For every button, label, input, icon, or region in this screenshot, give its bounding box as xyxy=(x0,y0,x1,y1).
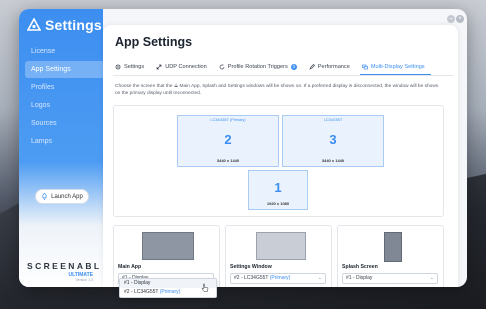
main-panel: App Settings Settings UDP Connection Pro… xyxy=(103,25,458,287)
settings-window-card: Settings Window #2 - LC34G55T (Primary) … xyxy=(225,225,332,287)
monitor-1-resolution: 1920 x 1080 xyxy=(266,201,290,206)
tab-multi-display-settings[interactable]: Multi-Display Settings xyxy=(359,61,431,75)
minimize-icon: – xyxy=(449,16,453,22)
tab-multi-display-settings-label: Multi-Display Settings xyxy=(370,64,425,70)
hand-cursor-icon xyxy=(201,283,209,292)
tab-udp-connection[interactable]: UDP Connection xyxy=(154,61,213,75)
monitor-2[interactable]: LC34G55T (Primary) 2 3440 x 1440 xyxy=(177,115,279,167)
monitor-3[interactable]: LC34G55T 3 3440 x 1440 xyxy=(282,115,384,167)
tab-settings-label: Settings xyxy=(124,64,145,70)
dropdown-option-label: #1 - Display xyxy=(124,280,151,286)
chevron-down-icon: ⌄ xyxy=(317,275,322,281)
splash-screen-title: Splash Screen xyxy=(342,264,378,270)
settings-window-title: Settings Window xyxy=(230,264,272,270)
tab-udp-connection-label: UDP Connection xyxy=(165,64,207,70)
dropdown-option-extra: (Primary) xyxy=(159,289,181,295)
logo-version: Version 1.0 xyxy=(75,278,93,282)
settings-window-display-extra: (Primary) xyxy=(269,275,291,281)
main-app-title: Main App xyxy=(118,264,142,270)
monitor-2-resolution: 3440 x 1440 xyxy=(216,158,240,163)
sidebar-item-sources[interactable]: Sources xyxy=(25,115,105,132)
logo-wordmark: SCREENABL xyxy=(27,261,102,271)
tab-performance[interactable]: Performance xyxy=(307,61,356,75)
tab-settings[interactable]: Settings xyxy=(113,61,150,75)
sidebar-item-lamps[interactable]: Lamps xyxy=(25,133,105,150)
monitor-3-name: LC34G55T xyxy=(323,118,343,122)
settings-window-preview xyxy=(256,232,306,260)
monitor-1-number: 1 xyxy=(274,180,282,195)
screenabl-logo-icon xyxy=(27,18,41,31)
product-logo: SCREENABL ULTIMATE Version 1.0 xyxy=(27,261,102,282)
launch-app-button[interactable]: Launch App xyxy=(35,189,89,204)
displays-icon xyxy=(361,64,368,70)
triggers-count-badge: 3 xyxy=(290,64,297,70)
monitor-2-number: 2 xyxy=(224,132,232,147)
dropdown-option-label: #2 - LC34G55T xyxy=(124,289,159,295)
sidebar: Settings License App Settings Profiles L… xyxy=(19,9,105,287)
tab-profile-rotation-triggers-label: Profile Rotation Triggers xyxy=(227,64,288,70)
sidebar-item-license[interactable]: License xyxy=(25,43,105,60)
splash-screen-display-select[interactable]: #1 - Display ⌄ xyxy=(342,273,438,284)
brand: Settings xyxy=(27,17,102,33)
settings-window-display-value: #2 - LC34G55T xyxy=(234,275,269,281)
launch-app-label: Launch App xyxy=(51,193,83,200)
sidebar-item-logos[interactable]: Logos xyxy=(25,97,105,114)
app-window: Settings License App Settings Profiles L… xyxy=(19,9,467,287)
rocket-icon xyxy=(42,193,47,200)
monitor-3-resolution: 3440 x 1440 xyxy=(321,158,345,163)
sidebar-nav: License App Settings Profiles Logos Sour… xyxy=(25,43,105,151)
settings-window-display-select[interactable]: #2 - LC34G55T (Primary) ⌄ xyxy=(230,273,326,284)
gear-icon xyxy=(115,64,121,70)
rocket-icon xyxy=(309,64,315,70)
main-app-preview xyxy=(142,232,194,260)
splash-screen-display-value: #1 - Display xyxy=(346,275,373,281)
settings-tabs: Settings UDP Connection Profile Rotation… xyxy=(113,61,453,76)
close-icon: × xyxy=(458,16,462,22)
monitor-1[interactable]: 1 1920 x 1080 xyxy=(248,170,308,210)
sidebar-item-app-settings[interactable]: App Settings xyxy=(25,61,105,78)
close-button[interactable]: × xyxy=(456,15,464,23)
rotate-icon xyxy=(219,64,225,70)
multi-display-description: Choose the screen that the ⟁ Main App, S… xyxy=(115,84,439,96)
display-layout: LC34G55T (Primary) 2 3440 x 1440 LC34G55… xyxy=(113,105,444,217)
sidebar-item-profiles[interactable]: Profiles xyxy=(25,79,105,96)
monitor-2-name: LC34G55T (Primary) xyxy=(210,118,246,122)
app-title: Settings xyxy=(45,17,102,33)
minimize-button[interactable]: – xyxy=(447,15,455,23)
splash-screen-preview xyxy=(384,232,402,262)
tab-performance-label: Performance xyxy=(317,64,350,70)
monitor-3-number: 3 xyxy=(329,132,337,147)
chevron-down-icon: ⌄ xyxy=(429,275,434,281)
tab-profile-rotation-triggers[interactable]: Profile Rotation Triggers 3 xyxy=(217,61,303,75)
page-title: App Settings xyxy=(115,35,193,49)
splash-screen-card: Splash Screen #1 - Display ⌄ xyxy=(337,225,444,287)
arrows-icon xyxy=(156,64,162,70)
